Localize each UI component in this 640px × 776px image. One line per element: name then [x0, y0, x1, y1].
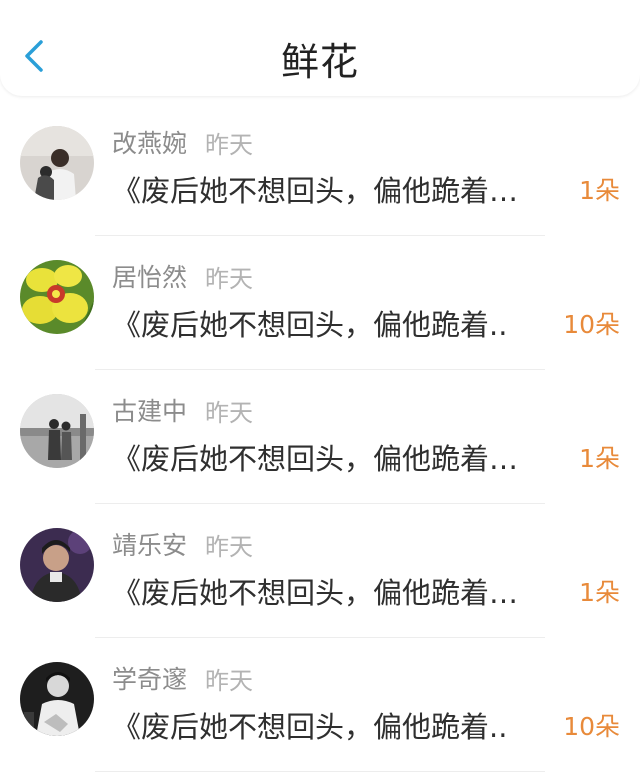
message-text: 《废后她不想回头，偏他跪着..: [112, 710, 508, 744]
page-title: 鲜花: [280, 40, 359, 84]
avatar[interactable]: [20, 394, 94, 468]
avatar[interactable]: [20, 662, 94, 736]
avatar[interactable]: [20, 260, 94, 334]
message-line: 《废后她不想回头，偏他跪着.. 10朵: [112, 702, 620, 748]
timestamp: 昨天: [205, 264, 254, 293]
top-bar: 鲜花: [0, 0, 640, 96]
user-name: 古建中: [112, 397, 188, 426]
name-line: 靖乐安 昨天: [112, 526, 253, 562]
message-line: 《废后她不想回头，偏他跪着… 1朵: [112, 434, 620, 480]
avatar[interactable]: [20, 528, 94, 602]
user-name: 靖乐安: [112, 531, 188, 560]
name-line: 学奇邃 昨天: [112, 660, 253, 696]
flower-count: 1朵: [579, 578, 620, 607]
message-text: 《废后她不想回头，偏他跪着…: [112, 174, 519, 208]
timestamp: 昨天: [205, 666, 254, 695]
message-line: 《废后她不想回头，偏他跪着… 1朵: [112, 568, 620, 614]
timestamp: 昨天: [205, 532, 254, 561]
name-line: 古建中 昨天: [112, 392, 253, 428]
user-name: 学奇邃: [112, 665, 188, 694]
user-name: 居怡然: [112, 263, 188, 292]
page: 鲜花 改燕婉 昨天 《废后她不想回头，偏他跪着… 1朵 居怡然 昨天 《废后她不…: [0, 0, 640, 776]
timestamp: 昨天: [205, 398, 254, 427]
flower-count: 10朵: [563, 712, 620, 741]
flower-count: 1朵: [579, 444, 620, 473]
name-line: 改燕婉 昨天: [112, 124, 253, 160]
list-item[interactable]: 居怡然 昨天 《废后她不想回头，偏他跪着.. 10朵: [0, 236, 640, 370]
message-line: 《废后她不想回头，偏他跪着… 1朵: [112, 166, 620, 212]
bw-photo-person-icon: [20, 662, 94, 736]
photo-person-purple-icon: [20, 528, 94, 602]
divider: [95, 771, 545, 772]
avatar[interactable]: [20, 126, 94, 200]
yellow-orchid-flower-icon: [20, 260, 94, 334]
user-name: 改燕婉: [112, 129, 188, 158]
list-item[interactable]: 靖乐安 昨天 《废后她不想回头，偏他跪着… 1朵: [0, 504, 640, 638]
flower-count: 10朵: [563, 310, 620, 339]
flower-count: 1朵: [579, 176, 620, 205]
list-item[interactable]: 学奇邃 昨天 《废后她不想回头，偏他跪着.. 10朵: [0, 638, 640, 772]
name-line: 居怡然 昨天: [112, 258, 253, 294]
flower-list: 改燕婉 昨天 《废后她不想回头，偏他跪着… 1朵 居怡然 昨天 《废后她不想回头…: [0, 102, 640, 772]
bw-photo-couple-icon: [20, 394, 94, 468]
message-line: 《废后她不想回头，偏他跪着.. 10朵: [112, 300, 620, 346]
list-item[interactable]: 改燕婉 昨天 《废后她不想回头，偏他跪着… 1朵: [0, 102, 640, 236]
timestamp: 昨天: [205, 130, 254, 159]
photo-person-icon: [20, 126, 94, 200]
list-item[interactable]: 古建中 昨天 《废后她不想回头，偏他跪着… 1朵: [0, 370, 640, 504]
message-text: 《废后她不想回头，偏他跪着…: [112, 576, 519, 610]
message-text: 《废后她不想回头，偏他跪着..: [112, 308, 508, 342]
message-text: 《废后她不想回头，偏他跪着…: [112, 442, 519, 476]
